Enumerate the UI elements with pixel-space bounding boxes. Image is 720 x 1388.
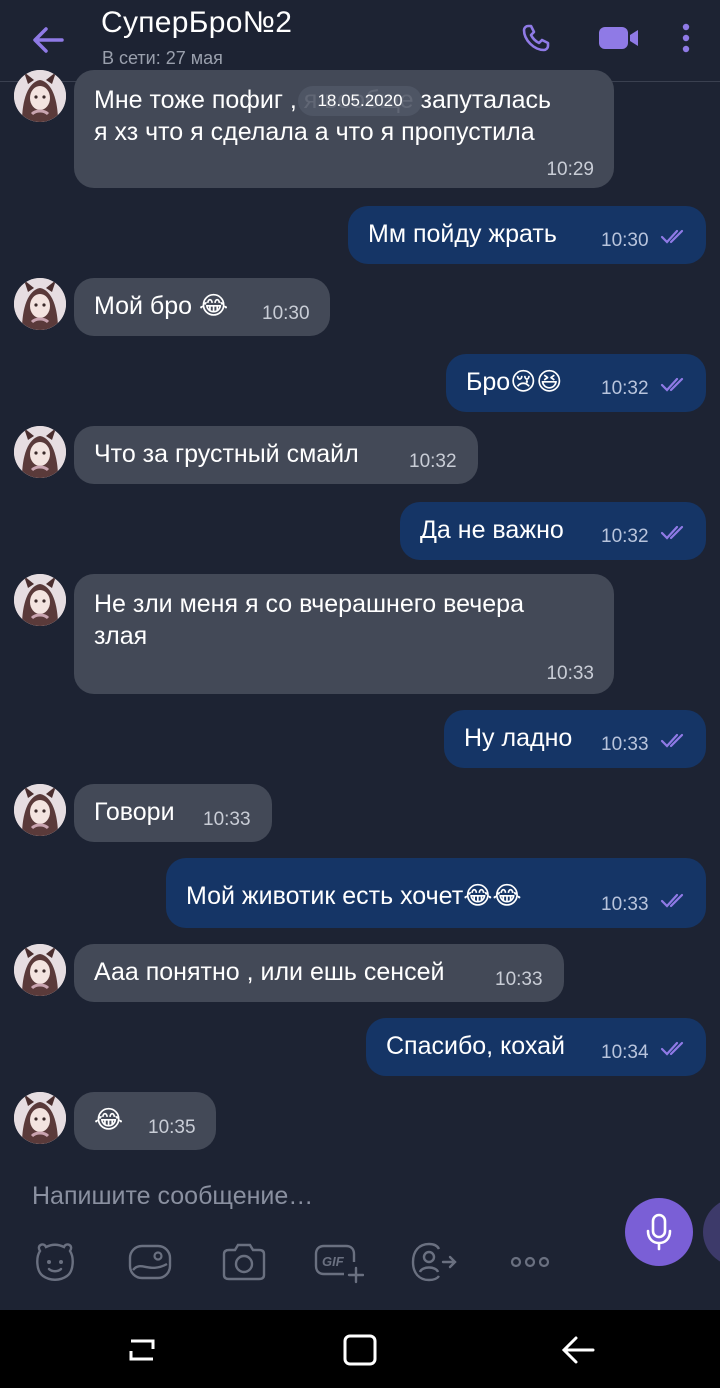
message-text: Ну ладно [464,724,573,752]
message-bubble-outgoing[interactable]: Бро😢😆 10:32 [446,354,706,412]
voice-message-button[interactable] [625,1198,693,1266]
read-receipt-icon [660,377,684,392]
svg-text:GIF: GIF [322,1254,345,1269]
home-button[interactable] [338,1330,382,1370]
message-time: 10:33 [601,734,649,755]
message-bubble-incoming[interactable]: Что за грустный смайл 10:32 [74,426,478,484]
message-text: Ааа понятно , или ешь сенсей [94,958,445,986]
camera-button[interactable] [218,1238,270,1286]
system-nav-bar [0,1310,720,1388]
video-call-button[interactable] [594,18,644,58]
back-button[interactable] [26,20,70,60]
more-attachments-button[interactable] [504,1238,556,1286]
video-camera-icon [599,27,638,49]
back-nav-icon [561,1336,595,1364]
contact-avatar[interactable] [14,944,66,996]
more-vertical-icon [682,23,690,53]
read-receipt-icon [660,1041,684,1056]
message-time: 10:32 [601,378,649,399]
sticker-button[interactable] [29,1238,81,1286]
message-time: 10:33 [495,969,543,990]
message-bubble-outgoing[interactable]: Да не важно 10:32 [400,502,706,560]
share-contact-icon [411,1242,457,1282]
message-bubble-outgoing[interactable]: Мой животик есть хочет😂😂 10:33 [166,858,706,928]
message-text-line-2: я хз что я сделала а что я пропустила [94,118,535,146]
avatar-image [14,574,66,626]
read-receipt-icon [660,525,684,540]
date-separator: 18.05.2020 [298,86,422,116]
message-time: 10:33 [601,894,649,915]
avatar-image [14,784,66,836]
gallery-button[interactable] [124,1238,176,1286]
message-text: Бро😢😆 [466,368,563,396]
message-text: Спасибо, кохай [386,1032,566,1060]
read-receipt-icon [660,229,684,244]
message-time: 10:30 [262,303,310,324]
share-contact-button[interactable] [408,1238,460,1286]
message-text: Что за грустный смайл [94,440,359,468]
gif-icon: GIF [314,1244,364,1284]
contact-avatar[interactable] [14,426,66,478]
message-text: Да не важно [420,516,564,544]
sticker-icon [36,1243,74,1281]
message-bubble-outgoing[interactable]: Ну ладно 10:33 [444,710,706,768]
message-text-line-2: злая [94,622,148,650]
contact-avatar[interactable] [14,574,66,626]
contact-avatar[interactable] [14,784,66,836]
contact-avatar[interactable] [14,70,66,122]
message-time: 10:32 [409,451,457,472]
message-bubble-incoming[interactable]: Говори 10:33 [74,784,272,842]
avatar-image [14,1092,66,1144]
message-time: 10:33 [546,663,594,684]
contact-avatar[interactable] [14,1092,66,1144]
more-options-button[interactable] [664,18,708,58]
message-time: 10:29 [546,159,594,180]
avatar-image [14,944,66,996]
message-text: 😂 [94,1106,124,1134]
contact-avatar[interactable] [14,278,66,330]
read-receipt-icon [660,733,684,748]
gallery-icon [128,1244,172,1280]
message-time: 10:35 [148,1117,196,1138]
avatar-image [14,426,66,478]
message-text: Мой животик есть хочет😂😂 [186,882,522,910]
contact-status: В сети: 27 мая [102,48,223,68]
message-bubble-incoming[interactable]: Мой бро 😂 10:30 [74,278,330,336]
back-nav-button[interactable] [556,1330,600,1370]
camera-icon [222,1243,266,1281]
chat-screen: СуперБро№2 В сети: 27 мая 18.05.2020 Мне… [0,0,720,1388]
contact-name[interactable]: СуперБро№2 [101,6,292,40]
more-horizontal-icon [510,1256,550,1268]
message-time: 10:33 [203,809,251,830]
phone-icon [522,24,550,52]
recent-apps-icon [129,1339,155,1361]
message-bubble-outgoing[interactable]: Мм пойду жрать 10:30 [348,206,706,264]
avatar-image [14,70,66,122]
message-text: Мм пойду жрать [368,220,557,248]
call-button[interactable] [514,18,558,58]
message-text: Мой бро 😂 [94,292,229,320]
arrow-left-icon [33,27,64,53]
message-text: Говори [94,798,175,826]
message-time: 10:32 [601,526,649,547]
message-bubble-incoming[interactable]: Ааа понятно , или ешь сенсей 10:33 [74,944,564,1002]
microphone-icon [646,1213,672,1251]
message-input[interactable]: Напишите сообщение… [32,1182,313,1211]
message-time: 10:30 [601,230,649,251]
home-icon [343,1334,377,1366]
gif-button[interactable]: GIF [312,1238,364,1286]
avatar-image [14,278,66,330]
extra-action-button[interactable] [703,1198,720,1266]
read-receipt-icon [660,893,684,908]
message-bubble-incoming[interactable]: Не зли меня я со вчерашнего вечера злая … [74,574,614,694]
message-bubble-incoming[interactable]: 😂 10:35 [74,1092,216,1150]
recent-apps-button[interactable] [120,1330,164,1370]
message-bubble-outgoing[interactable]: Спасибо, кохай 10:34 [366,1018,706,1076]
message-time: 10:34 [601,1042,649,1063]
message-text-line-1: Не зли меня я со вчерашнего вечера [94,590,524,618]
